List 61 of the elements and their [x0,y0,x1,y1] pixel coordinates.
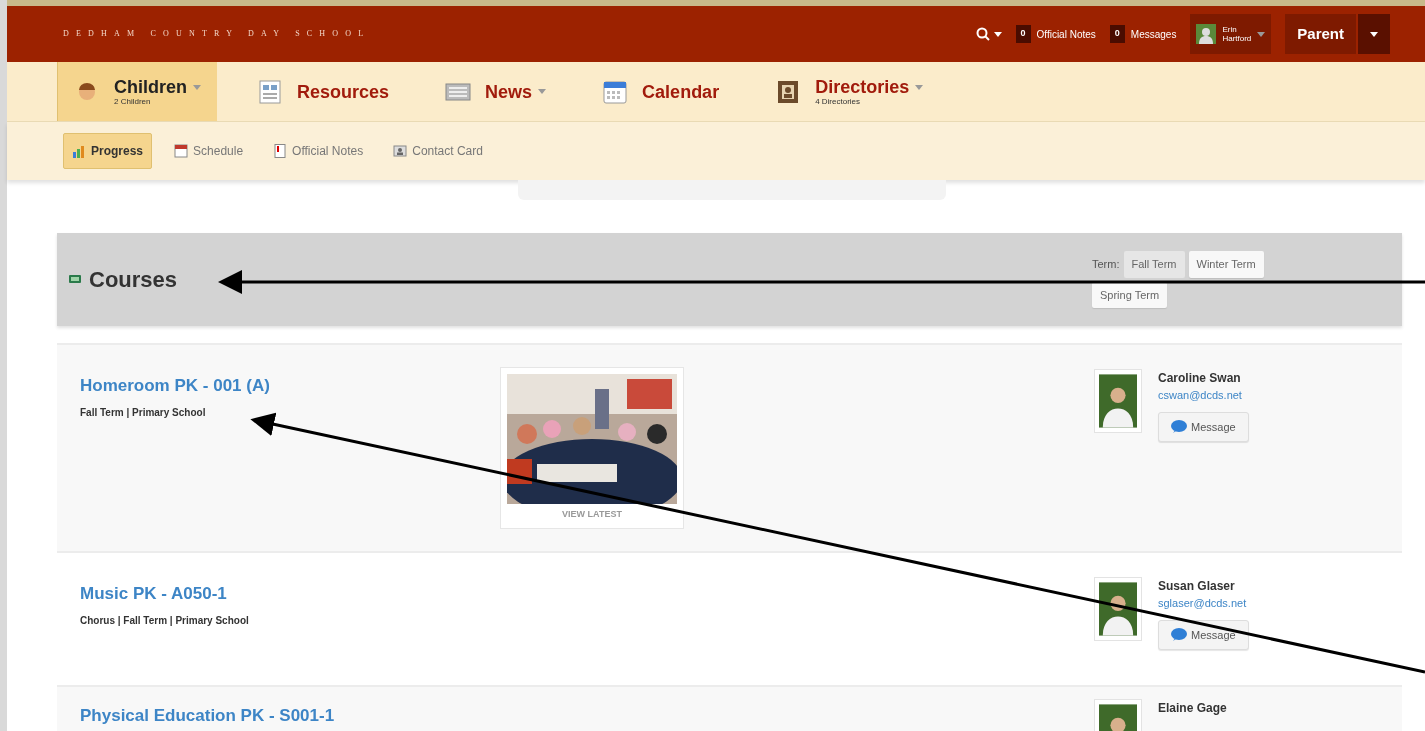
count-badge: 0 [1109,25,1125,43]
messages-link[interactable]: 0 Messages [1109,25,1177,43]
note-icon [273,144,288,158]
link-label: Official Notes [1036,27,1096,42]
search-icon [975,27,990,41]
caret-icon [1370,31,1378,37]
teacher-name: Susan Glaser [1158,578,1235,595]
nav-label: Resources [297,81,390,102]
nav-tab[interactable]: Directories 4 Directories [759,62,940,121]
sub-nav-tab[interactable]: Schedule [166,133,252,169]
term-label: Term: [1092,257,1120,272]
nav-subtitle: 4 Directories [815,97,861,106]
course-meta: Chorus | Fall Term | Primary School [80,613,250,628]
speech-bubble-icon [1171,627,1187,642]
school-name: DEDHAM COUNTRY DAY SCHOOL [63,28,371,40]
nav-label: Calendar [642,81,720,102]
contact-card-icon [393,144,408,158]
sub-nav-tab[interactable]: Official Notes [265,133,372,169]
nav-tab[interactable]: News [429,62,563,121]
document-icon [257,79,283,104]
teacher-avatar [1094,577,1142,641]
course-meta: Fall Term | Primary School [80,405,207,420]
caret-icon [993,31,1002,37]
caret-icon [1257,31,1266,37]
user-avatar [1196,24,1217,44]
course-title-link[interactable]: Physical Education PK - S001-1 [80,703,500,729]
teacher-name: Caroline Swan [1158,370,1241,387]
nav-label: Directories [815,77,910,97]
calendar-icon [602,79,629,104]
nav-label: Children [114,77,187,97]
photo-caption: VIEW LATEST [562,508,622,521]
teacher-avatar [1094,369,1142,433]
count-badge: 0 [1015,25,1031,43]
user-menu[interactable]: Erin Hartford [1190,14,1272,54]
term-button[interactable]: Winter Term [1188,251,1264,278]
nav-tab[interactable]: Children 2 Children [57,62,217,121]
courses-title: Courses [89,266,178,294]
sub-nav-tab[interactable]: Contact Card [385,133,491,169]
nav-tab[interactable]: Resources [241,62,406,121]
nav-label: News [485,81,533,102]
course-title-link[interactable]: Homeroom PK - 001 (A) [80,373,500,399]
official-notes-link[interactable]: 0 Official Notes [1015,25,1096,43]
message-button[interactable]: Message [1158,619,1249,650]
nav-subtitle: 2 Children [114,97,151,106]
teacher-name: Elaine Gage [1158,700,1227,717]
bar-chart-icon [72,144,86,158]
teacher-email-link[interactable]: sglaser@dcds.net [1158,595,1247,612]
message-button[interactable]: Message [1158,411,1249,442]
sub-nav-tab[interactable]: Progress [63,133,153,169]
teacher-email-link[interactable]: cswan@dcds.net [1158,387,1242,404]
speech-bubble-icon [1171,419,1187,434]
calendar-icon [174,144,189,158]
monitor-icon [69,274,81,285]
course-title-link[interactable]: Music PK - A050-1 [80,581,500,607]
nav-tab[interactable]: Calendar [586,62,736,121]
user-last-name: Hartford [1222,34,1252,43]
term-button[interactable]: Fall Term [1123,251,1185,278]
link-label: Messages [1130,27,1177,42]
role-button[interactable]: Parent [1285,14,1356,54]
search-button[interactable] [975,27,1002,41]
user-first-name: Erin [1222,25,1238,34]
